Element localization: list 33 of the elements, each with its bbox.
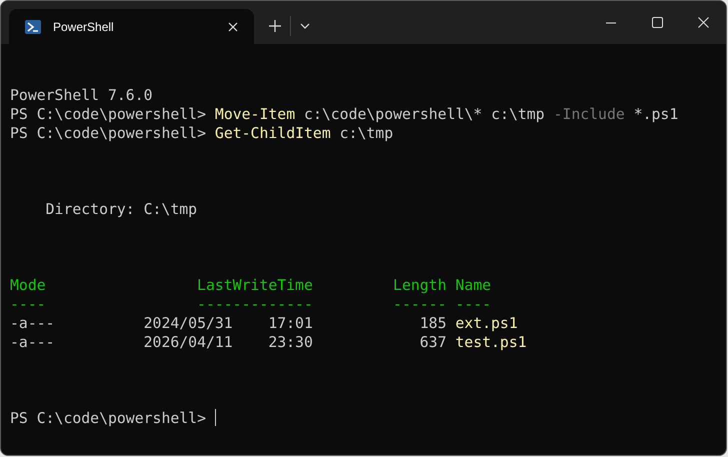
command-text: Move-Item [214, 106, 296, 123]
date-cell: 2026/04/11 [144, 333, 233, 352]
prompt-text: PS C:\code\powershell> [10, 125, 206, 142]
column-header: Name [455, 276, 492, 295]
mode-cell-text: -a--- [10, 314, 56, 333]
terminal-tab[interactable]: PowerShell [9, 9, 254, 44]
length-cell: 637 [420, 333, 446, 352]
date-cell: 2024/05/31 [144, 314, 233, 333]
header-underline: ------ [393, 295, 446, 314]
parameter-text: -Include [554, 106, 625, 123]
argument-text: c:\tmp [491, 106, 545, 123]
header-underline: ---- [10, 295, 46, 314]
tab-title: PowerShell [53, 20, 115, 34]
column-header: Length [393, 276, 446, 295]
file-name: ext.ps1 [455, 314, 519, 333]
prompt-text: PS C:\code\powershell> [10, 106, 206, 123]
command-text: Get-ChildItem [214, 125, 331, 142]
time-cell: 23:30 [268, 333, 313, 352]
header-underline: ---- [455, 295, 492, 314]
header-underline: ------------- [197, 295, 313, 314]
terminal-icon [25, 20, 41, 34]
directory-label: Directory: C:\tmp [46, 201, 198, 218]
length-cell: 185 [420, 314, 446, 333]
argument-text: c:\tmp [340, 125, 394, 142]
prompt-text: PS C:\code\powershell> [10, 410, 206, 427]
argument-text: *.ps1 [634, 106, 678, 123]
output-text: PowerShell 7.6.0 [10, 87, 153, 104]
argument-text: c:\code\powershell\* [304, 106, 482, 123]
file-name: test.ps1 [455, 333, 528, 352]
time-cell: 17:01 [268, 314, 313, 333]
column-header: LastWriteTime [197, 276, 313, 295]
mode-cell-text: -a--- [10, 333, 56, 352]
column-header: Mode [10, 276, 46, 295]
